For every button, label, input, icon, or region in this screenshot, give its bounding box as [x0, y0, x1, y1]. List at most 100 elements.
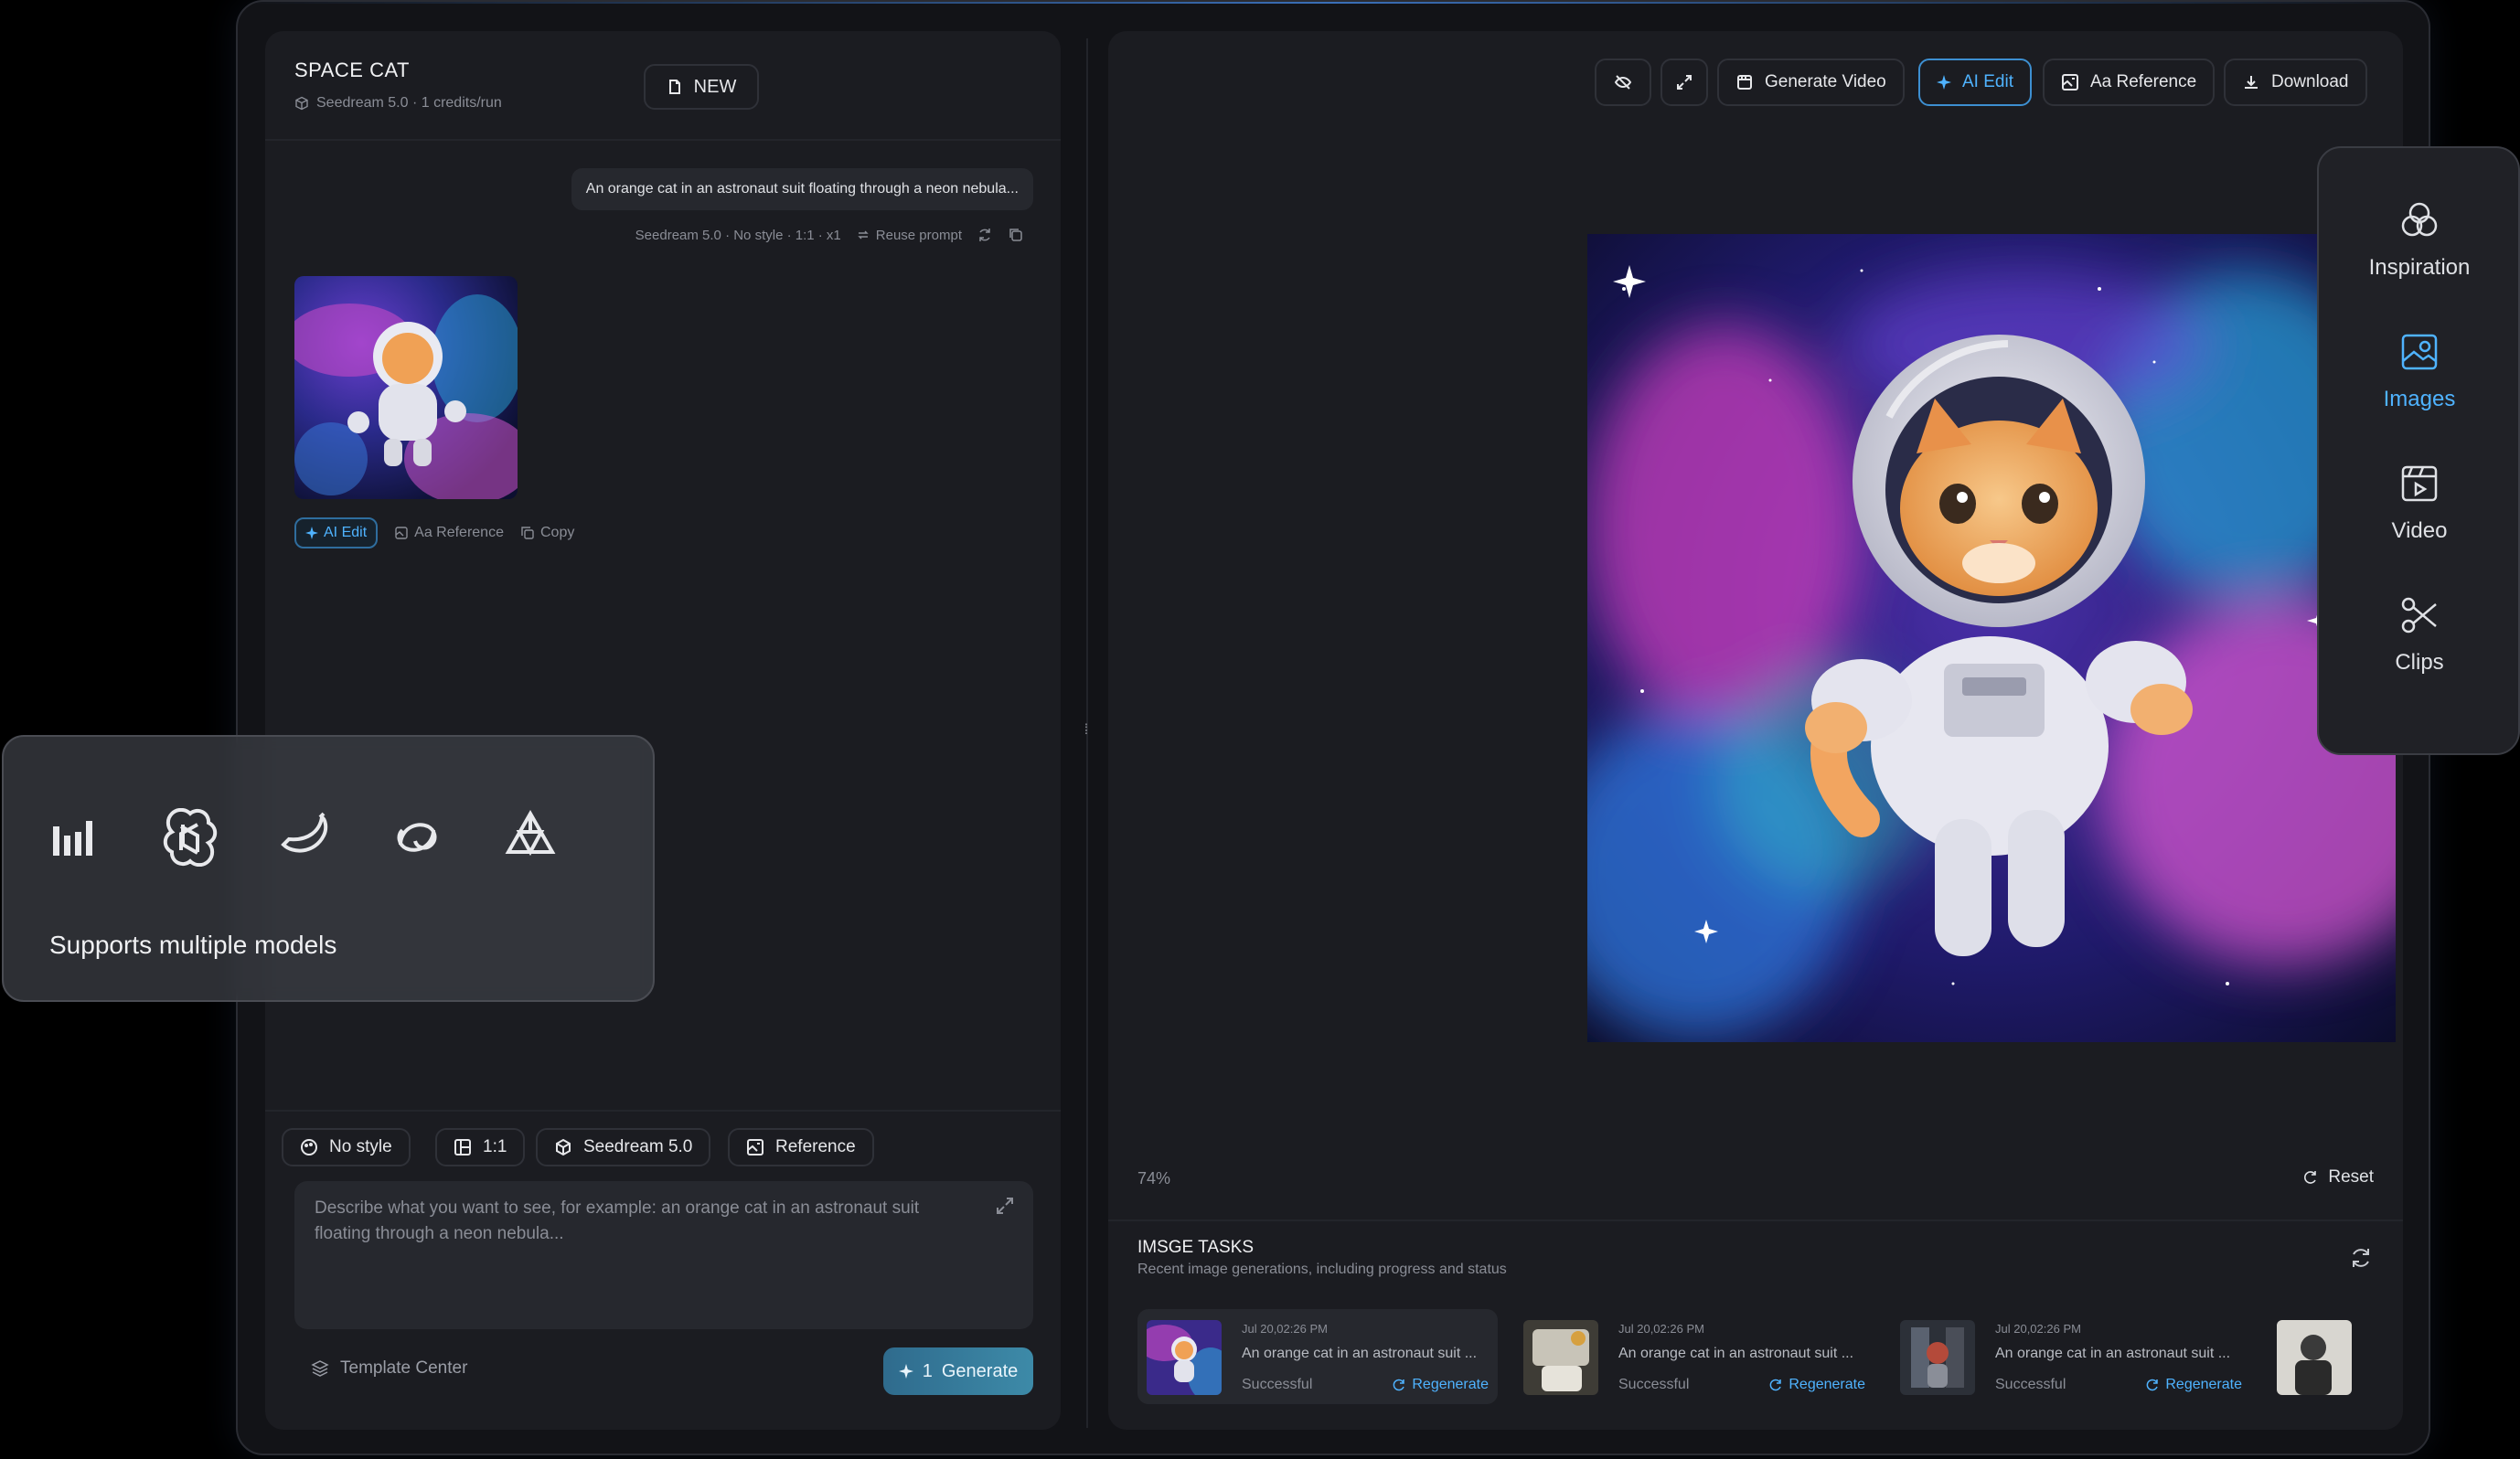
eye-off-icon	[1614, 75, 1632, 90]
task-prompt: An orange cat in an astronaut suit ...	[1618, 1346, 1854, 1361]
copy-action[interactable]: Copy	[520, 525, 574, 541]
openai-logo-icon	[163, 808, 218, 867]
download-icon	[2245, 76, 2258, 89]
new-button[interactable]: NEW	[644, 64, 759, 110]
video-icon	[2401, 465, 2438, 502]
reset-button[interactable]: Reset	[2302, 1167, 2374, 1187]
task-thumbnail	[1147, 1320, 1222, 1395]
project-subtitle: Seedream 5.0 · 1 credits/run	[294, 95, 502, 112]
prompt-meta: Seedream 5.0 · No style · 1:1 · x1 Reuse…	[635, 227, 1024, 243]
ai-edit-button[interactable]: AI Edit	[1918, 59, 2032, 106]
nav-video[interactable]: Video	[2319, 448, 2520, 558]
reference-icon	[747, 1139, 763, 1155]
cube-icon	[295, 96, 308, 111]
model-selector[interactable]: Seedream 5.0	[536, 1128, 711, 1166]
models-popup-label: Supports multiple models	[49, 931, 337, 959]
sparkle-icon	[898, 1364, 913, 1379]
triangle-logo-icon	[505, 809, 556, 857]
refresh-icon[interactable]	[2348, 1245, 2374, 1271]
task-date: Jul 20,02:26 PM	[1995, 1322, 2081, 1336]
header-divider	[265, 139, 1061, 141]
task-prompt: An orange cat in an astronaut suit ...	[1995, 1346, 2231, 1361]
spiral-logo-icon	[397, 823, 437, 852]
copy-icon	[521, 527, 534, 539]
nav-inspiration[interactable]: Inspiration	[2319, 185, 2520, 294]
aspect-ratio-selector[interactable]: 1:1	[435, 1128, 526, 1166]
generated-image-thumbnail[interactable]	[294, 276, 518, 499]
video-icon	[1737, 75, 1752, 90]
prompt-bubble: An orange cat in an astronaut suit float…	[571, 168, 1033, 210]
generate-cost: 1	[922, 1360, 933, 1381]
template-center-button[interactable]: Template Center	[311, 1358, 467, 1379]
tasks-title: IMSGE TASKS	[1137, 1238, 1255, 1257]
task-status: Successful	[1995, 1377, 2066, 1392]
regenerate-icon	[1770, 1379, 1782, 1391]
prompt-placeholder: Describe what you want to see, for examp…	[315, 1198, 920, 1243]
expand-icon[interactable]	[995, 1196, 1015, 1216]
side-navigation: Inspiration Images Video Clips	[2317, 146, 2520, 755]
ai-edit-chip[interactable]: AI Edit	[294, 517, 379, 548]
image-icon	[2401, 334, 2438, 370]
regenerate-button[interactable]: Regenerate	[1392, 1377, 1489, 1393]
tasks-divider	[1108, 1219, 2403, 1221]
resize-handle-icon[interactable]: ⁞	[1079, 720, 1094, 740]
reset-icon	[2304, 1171, 2317, 1184]
reference-icon	[395, 527, 408, 539]
tasks-subtitle: Recent image generations, including prog…	[1137, 1262, 1507, 1277]
repeat-icon	[858, 230, 869, 240]
regenerate-icon	[2147, 1379, 2159, 1391]
sparkle-icon	[1937, 75, 1951, 90]
task-item-partial[interactable]	[2268, 1309, 2359, 1404]
regenerate-icon[interactable]	[977, 227, 993, 243]
regenerate-button[interactable]: Regenerate	[1768, 1377, 1865, 1393]
expand-icon	[1677, 75, 1692, 90]
prompt-input[interactable]: Describe what you want to see, for examp…	[294, 1181, 1033, 1329]
palette-icon	[301, 1139, 317, 1155]
composer-divider	[265, 1110, 1061, 1112]
hide-button[interactable]	[1595, 59, 1651, 106]
generate-button[interactable]: 1 Generate	[883, 1347, 1033, 1395]
banana-logo-icon	[281, 812, 328, 853]
style-selector[interactable]: No style	[282, 1128, 411, 1166]
task-thumbnail	[1523, 1320, 1598, 1395]
task-status: Successful	[1618, 1377, 1690, 1392]
sparkle-icon	[305, 527, 318, 539]
generate-label: Generate	[941, 1360, 1019, 1381]
app-window: SPACE CAT Seedream 5.0 · 1 credits/run N…	[236, 0, 2430, 1455]
scissors-icon	[2401, 597, 2437, 634]
generation-settings: Seedream 5.0 · No style · 1:1 · x1	[635, 227, 841, 243]
preview-panel: Generate Video AI Edit Aa Reference Down…	[1108, 31, 2403, 1430]
models-popup: Supports multiple models	[2, 735, 655, 1002]
task-thumbnail	[1900, 1320, 1975, 1395]
task-item[interactable]: Jul 20,02:26 PM An orange cat in an astr…	[1514, 1309, 1874, 1404]
reference-icon	[2062, 74, 2078, 91]
task-item[interactable]: Jul 20,02:26 PM An orange cat in an astr…	[1137, 1309, 1498, 1404]
zoom-level: 74%	[1137, 1169, 1171, 1187]
fullscreen-button[interactable]	[1660, 59, 1708, 106]
download-button[interactable]: Download	[2224, 59, 2367, 106]
reference-selector[interactable]: Reference	[728, 1128, 874, 1166]
model-icons	[48, 808, 560, 867]
copy-icon[interactable]	[1008, 227, 1024, 243]
nav-images[interactable]: Images	[2319, 316, 2520, 426]
reference-button[interactable]: Aa Reference	[2043, 59, 2216, 106]
model-credits: Seedream 5.0 · 1 credits/run	[316, 95, 502, 111]
task-date: Jul 20,02:26 PM	[1242, 1322, 1328, 1336]
chat-panel: SPACE CAT Seedream 5.0 · 1 credits/run N…	[265, 31, 1061, 1430]
image-preview[interactable]	[1587, 234, 2396, 1042]
new-file-icon	[668, 80, 680, 94]
bars-logo-icon	[53, 821, 92, 856]
reference-action[interactable]: Aa Reference	[394, 525, 504, 541]
project-title: SPACE CAT	[294, 59, 410, 81]
circles-icon	[2401, 202, 2438, 237]
layout-icon	[454, 1139, 471, 1155]
reuse-prompt-button[interactable]: Reuse prompt	[856, 228, 962, 243]
task-item[interactable]: Jul 20,02:26 PM An orange cat in an astr…	[1891, 1309, 2251, 1404]
layers-icon	[311, 1360, 329, 1377]
image-actions: AI Edit Aa Reference Copy	[294, 517, 574, 548]
task-date: Jul 20,02:26 PM	[1618, 1322, 1704, 1336]
generate-video-button[interactable]: Generate Video	[1717, 59, 1905, 106]
regenerate-button[interactable]: Regenerate	[2145, 1377, 2242, 1393]
cube-icon	[556, 1138, 571, 1156]
nav-clips[interactable]: Clips	[2319, 580, 2520, 689]
